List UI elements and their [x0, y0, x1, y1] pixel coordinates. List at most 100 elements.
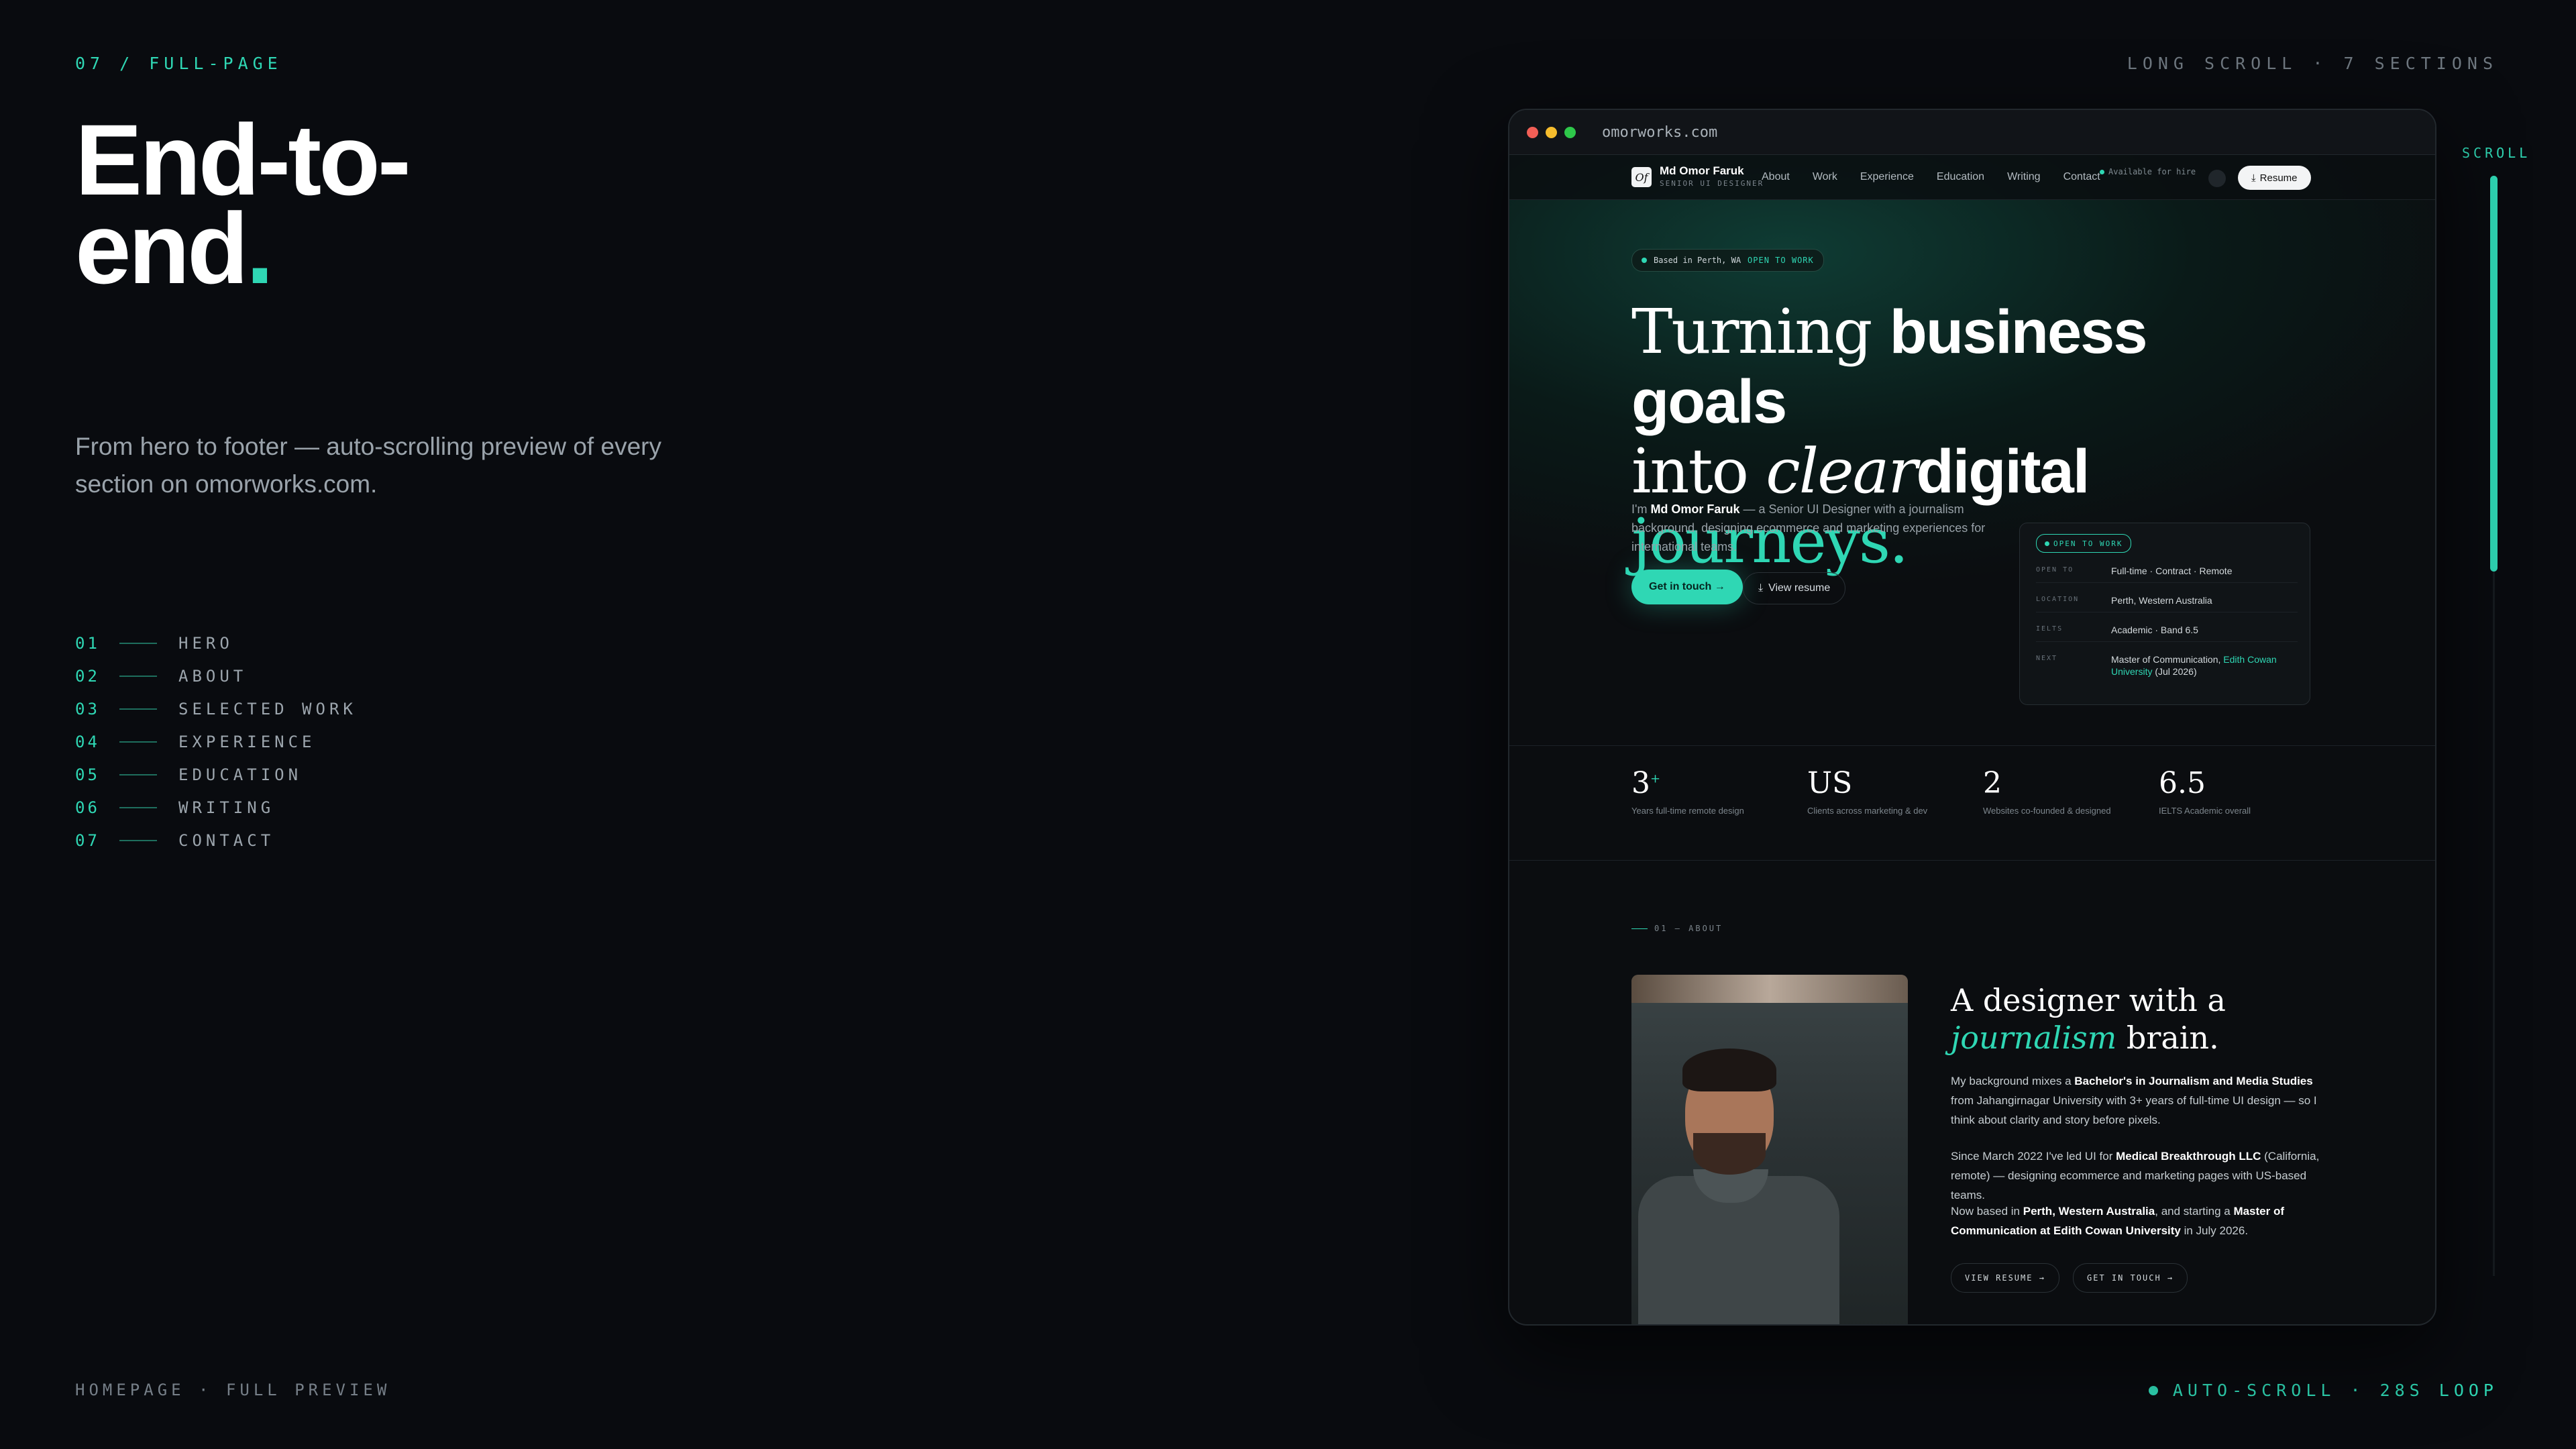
card-row-location: LOCATION Perth, Western Australia — [2036, 594, 2298, 612]
hero-word-turning: Turning — [1631, 296, 1890, 368]
stat-value: 3+ — [1631, 766, 1744, 800]
p1-c: from Jahangirnagar University with 3+ ye… — [1951, 1094, 2317, 1126]
nav-link-writing[interactable]: Writing — [2007, 171, 2041, 183]
card-row-value: Master of Communication, Edith Cowan Uni… — [2111, 653, 2298, 678]
site-preview: Of Md Omor Faruk SENIOR UI DESIGNER Abou… — [1509, 155, 2435, 1324]
toc-item-hero[interactable]: 01 HERO — [75, 627, 357, 659]
p1-a: My background mixes a — [1951, 1075, 2075, 1087]
card-row-open-to: OPEN TO Full-time · Contract · Remote — [2036, 565, 2298, 583]
toc-number: 04 — [75, 732, 100, 751]
toc-item-about[interactable]: 02 ABOUT — [75, 659, 357, 692]
toc-item-education[interactable]: 05 EDUCATION — [75, 758, 357, 791]
hero-word-into: into — [1631, 435, 1766, 507]
get-in-touch-button[interactable]: Get in touch → — [1631, 570, 1743, 604]
toc-rule — [119, 773, 157, 775]
toc-number: 07 — [75, 830, 100, 850]
stat-suffix: + — [1650, 771, 1661, 786]
resume-button[interactable]: ⤓ Resume — [2238, 166, 2311, 190]
footer-caption-right: AUTO-SCROLL · 28S LOOP — [2148, 1381, 2498, 1400]
stat-label: Years full-time remote design — [1631, 806, 1744, 816]
toc-label: EDUCATION — [178, 765, 303, 784]
next-date: (Jul 2026) — [2152, 666, 2197, 677]
stat-value: 6.5 — [2159, 766, 2206, 800]
stat-ielts: 6.5 IELTS Academic overall — [2159, 766, 2251, 816]
p3-e: in July 2026. — [2180, 1224, 2249, 1237]
intro-prefix: I'm — [1631, 502, 1651, 516]
toc-item-contact[interactable]: 07 CONTACT — [75, 824, 357, 857]
brand-name: Md Omor Faruk — [1660, 164, 1744, 177]
about-paragraph-2: Since March 2022 I've led UI for Medical… — [1951, 1146, 2326, 1205]
toc-label: SELECTED WORK — [178, 699, 357, 718]
scroll-label: SCROLL — [2462, 145, 2531, 161]
scroll-progress-thumb[interactable] — [2490, 176, 2498, 572]
hero-word-digital: digital — [1916, 437, 2090, 506]
stat-label: Clients across marketing & dev — [1807, 806, 1928, 816]
card-row-key: IELTS — [2036, 625, 2063, 633]
card-row-key: OPEN TO — [2036, 566, 2074, 574]
location-pill: Based in Perth, WA OPEN TO WORK — [1631, 249, 1824, 272]
toc-rule — [119, 806, 157, 808]
p2-a: Since March 2022 I've led UI for — [1951, 1150, 2116, 1163]
stat-websites: 2 Websites co-founded & designed — [1983, 766, 2111, 816]
footer-caption-left: HOMEPAGE · FULL PREVIEW — [75, 1381, 391, 1399]
theme-toggle-icon[interactable] — [2208, 170, 2226, 187]
autoscroll-label: AUTO-SCROLL · 28S LOOP — [2172, 1381, 2498, 1400]
browser-mockup: omorworks.com Of Md Omor Faruk SENIOR UI… — [1508, 109, 2436, 1326]
site-logo[interactable]: Of — [1631, 167, 1652, 187]
minimize-dot-icon — [1546, 126, 1557, 138]
stat-number: 3 — [1631, 766, 1650, 800]
about-paragraph-1: My background mixes a Bachelor's in Jour… — [1951, 1071, 2326, 1130]
p3-a: Now based in — [1951, 1205, 2023, 1218]
download-icon: ⤓ — [2251, 172, 2256, 184]
toc-number: 02 — [75, 666, 100, 686]
location-dot-icon — [1642, 258, 1647, 263]
badge-dot-icon — [2045, 541, 2049, 546]
about-title-a: A designer with a — [1951, 982, 2226, 1018]
nav-link-experience[interactable]: Experience — [1860, 171, 1914, 183]
maximize-dot-icon — [1564, 126, 1576, 138]
download-icon: ⤓ — [1758, 582, 1764, 594]
about-view-resume-button[interactable]: VIEW RESUME → — [1951, 1263, 2059, 1293]
stat-value: 2 — [1983, 766, 2002, 800]
view-resume-button[interactable]: ⤓ View resume — [1743, 572, 1846, 604]
toc-rule — [119, 675, 157, 677]
address-bar[interactable]: omorworks.com — [1602, 124, 1717, 141]
nav-links: About Work Experience Education Writing … — [1762, 171, 2100, 183]
stat-clients: US Clients across marketing & dev — [1807, 766, 1927, 816]
toc-rule — [119, 708, 157, 710]
stat-label: IELTS Academic overall — [2159, 806, 2251, 816]
about-title-accent: journalism — [1951, 1020, 2117, 1056]
card-row-ielts: IELTS Academic · Band 6.5 — [2036, 624, 2298, 642]
browser-chrome: omorworks.com — [1509, 110, 2435, 155]
toc-rule — [119, 642, 157, 644]
toc-number: 03 — [75, 699, 100, 718]
availability-text: Available for hire — [2108, 167, 2196, 176]
toc-rule — [119, 839, 157, 841]
card-row-key: NEXT — [2036, 655, 2058, 662]
nav-link-education[interactable]: Education — [1937, 171, 1984, 183]
toc-item-writing[interactable]: 06 WRITING — [75, 791, 357, 824]
nav-link-about[interactable]: About — [1762, 171, 1790, 183]
toc-number: 01 — [75, 633, 100, 653]
nav-link-work[interactable]: Work — [1813, 171, 1837, 183]
toc-item-selected-work[interactable]: 03 SELECTED WORK — [75, 692, 357, 725]
badge-label: OPEN TO WORK — [2053, 539, 2123, 548]
hero-word-clear: clear — [1766, 435, 1917, 507]
card-row-value: Academic · Band 6.5 — [2111, 625, 2198, 635]
site-nav: Of Md Omor Faruk SENIOR UI DESIGNER Abou… — [1509, 155, 2435, 200]
toc-label: EXPERIENCE — [178, 732, 316, 751]
about-get-in-touch-button[interactable]: GET IN TOUCH → — [2073, 1263, 2188, 1293]
status-dot-icon — [2100, 169, 2104, 174]
intro-name: Md Omor Faruk — [1650, 502, 1740, 516]
about-paragraph-3: Now based in Perth, Western Australia, a… — [1951, 1201, 2326, 1240]
nav-link-contact[interactable]: Contact — [2063, 171, 2100, 183]
toc-item-experience[interactable]: 04 EXPERIENCE — [75, 725, 357, 758]
photo-hair — [1682, 1049, 1776, 1091]
stats-strip: 3+ Years full-time remote design US Clie… — [1509, 745, 2435, 861]
availability-status: Available for hire — [2100, 167, 2196, 176]
p3-c: , and starting a — [2155, 1205, 2234, 1218]
headline-line-2: end — [75, 192, 249, 305]
stat-value: US — [1807, 766, 1853, 800]
card-row-key: LOCATION — [2036, 596, 2080, 603]
photo-backdrop — [1631, 975, 1908, 1003]
